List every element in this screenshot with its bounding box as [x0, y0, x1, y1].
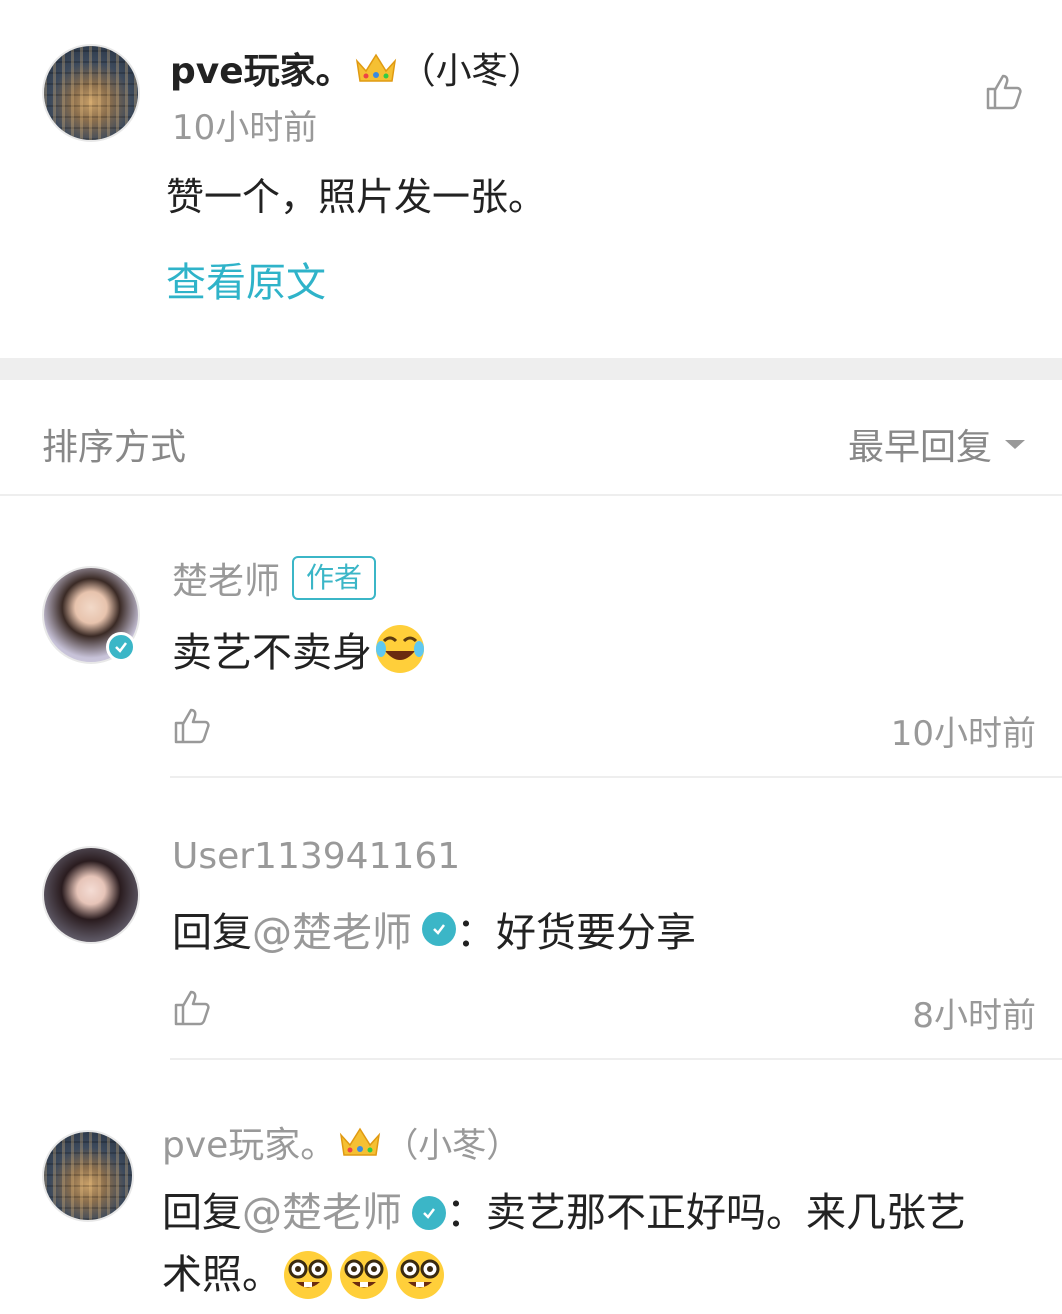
nerd-emoji-icon	[340, 1251, 388, 1299]
comment-avatar[interactable]	[42, 1130, 134, 1222]
reply-colon: ：	[456, 910, 496, 956]
verified-icon	[422, 912, 456, 946]
comment-time: 10小时前	[890, 714, 1036, 754]
post-text: 赞一个，照片发一张。	[166, 175, 547, 219]
sort-label: 排序方式	[42, 427, 187, 468]
post-author-name[interactable]: pve玩家。	[170, 42, 352, 94]
post-author-badge: （小苳）	[399, 51, 544, 92]
thumbs-up-icon[interactable]	[172, 706, 212, 746]
post-author-row: pve玩家。 （小苳）	[170, 42, 544, 94]
comment-text: 卖艺不卖身	[172, 630, 372, 676]
comment-line: 回复 @楚老师 ： 卖艺那不正好吗。来几张艺	[162, 1182, 1042, 1244]
verified-icon	[412, 1196, 446, 1230]
mention-link[interactable]: @楚老师	[252, 900, 412, 958]
comment-text: 好货要分享	[496, 910, 696, 956]
comment-line: 术照。	[162, 1244, 1042, 1306]
section-divider	[0, 358, 1062, 380]
caret-down-icon	[1005, 440, 1026, 449]
comment-avatar[interactable]	[42, 846, 140, 944]
comment-divider	[170, 1058, 1062, 1060]
crown-icon	[355, 53, 396, 82]
crown-icon	[340, 1127, 381, 1156]
comment-username[interactable]: pve玩家。	[162, 1116, 336, 1168]
comment-header: pve玩家。 （小苳）	[162, 1116, 520, 1168]
comment-body: 回复 @楚老师 ： 卖艺那不正好吗。来几张艺 术照。	[162, 1182, 1042, 1306]
nerd-emoji-icon	[396, 1251, 444, 1299]
post-time: 10小时前	[172, 108, 318, 148]
reply-colon: ：	[446, 1190, 486, 1236]
post-author-avatar[interactable]	[42, 44, 140, 142]
comment-body: 回复 @楚老师 ： 好货要分享	[172, 900, 696, 958]
view-original-link[interactable]: 查看原文	[166, 250, 326, 308]
sort-divider	[0, 494, 1062, 496]
mention-link[interactable]: @楚老师	[242, 1182, 402, 1244]
sort-dropdown[interactable]: 最早回复	[848, 418, 1030, 470]
reply-prefix: 回复	[172, 910, 252, 956]
verified-icon	[106, 632, 136, 662]
comment-body: 卖艺不卖身	[172, 620, 426, 678]
author-tag: 作者	[292, 556, 377, 600]
user-badge: （小苳）	[384, 1125, 521, 1166]
comment-divider	[170, 776, 1062, 778]
comment-header: 楚老师 作者	[172, 552, 377, 604]
thumbs-up-icon[interactable]	[172, 988, 212, 1028]
nerd-emoji-icon	[284, 1251, 332, 1299]
comment-text: 卖艺那不正好吗。来几张艺	[486, 1190, 966, 1236]
comment-username[interactable]: 楚老师	[172, 552, 280, 604]
thumbs-up-icon[interactable]	[984, 72, 1024, 112]
comment-text: 术照。	[162, 1252, 282, 1298]
comment-time: 8小时前	[912, 996, 1036, 1036]
sort-value: 最早回复	[848, 427, 993, 468]
comment-username[interactable]: User113941161	[172, 836, 460, 877]
reply-prefix: 回复	[162, 1190, 242, 1236]
laughing-emoji-icon	[376, 625, 424, 673]
